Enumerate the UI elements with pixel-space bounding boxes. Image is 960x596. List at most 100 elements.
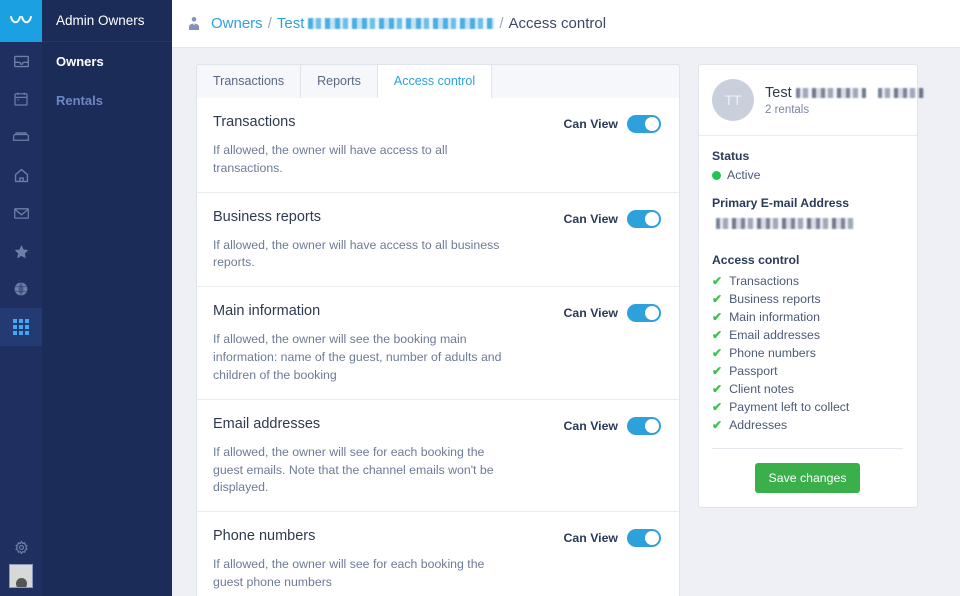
permission-control: Can View xyxy=(564,209,661,228)
owner-name-prefix: Test xyxy=(765,85,792,101)
owner-card-body: Status Active Primary E-mail Address Acc… xyxy=(699,136,917,507)
permission-title: Phone numbers xyxy=(213,528,315,544)
permission-control: Can View xyxy=(564,114,661,133)
status-value: Active xyxy=(727,168,761,182)
owner-summary-column: TT Test 2 rentals Status xyxy=(698,64,918,596)
permissions-panel: Transactions Can View If allowed, the ow… xyxy=(196,98,680,596)
permission-control-label: Can View xyxy=(564,117,618,131)
app-root: Admin Owners Owners Rentals Owners / Tes… xyxy=(0,0,960,596)
access-control-list: ✔Transactions ✔Business reports ✔Main in… xyxy=(712,272,903,434)
breadcrumb-owner-link[interactable]: Test xyxy=(277,15,305,32)
list-item-label: Payment left to collect xyxy=(729,400,849,414)
status-label: Status xyxy=(712,149,903,163)
breadcrumb-owners-link[interactable]: Owners xyxy=(211,15,263,32)
nav-item-owners[interactable]: Owners xyxy=(42,42,172,81)
permission-toggle[interactable] xyxy=(627,529,661,547)
permission-description: If allowed, the owner will see the booki… xyxy=(213,331,513,384)
icon-rail xyxy=(0,0,42,596)
status-dot-icon xyxy=(712,171,721,180)
email-label: Primary E-mail Address xyxy=(712,196,903,210)
nav-item-rentals[interactable]: Rentals xyxy=(42,81,172,120)
divider xyxy=(712,448,903,449)
list-item: ✔Passport xyxy=(712,362,903,380)
permission-row-email-addresses: Email addresses Can View If allowed, the… xyxy=(197,400,679,512)
spacer xyxy=(712,182,903,196)
check-icon: ✔ xyxy=(712,311,722,323)
access-control-label: Access control xyxy=(712,253,903,267)
list-item: ✔ Email addresses xyxy=(712,326,903,344)
check-icon: ✔ xyxy=(712,329,722,341)
permission-description: If allowed, the owner will have access t… xyxy=(213,237,513,273)
avatar-initials: TT xyxy=(724,92,741,108)
globe-icon[interactable] xyxy=(0,270,42,308)
tab-label: Reports xyxy=(317,74,361,88)
permission-row-business-reports: Business reports Can View If allowed, th… xyxy=(197,193,679,288)
nav-title: Admin Owners xyxy=(42,0,172,42)
spacer xyxy=(712,233,903,253)
permission-toggle[interactable] xyxy=(627,115,661,133)
user-avatar-icon[interactable] xyxy=(9,564,33,588)
permission-description: If allowed, the owner will see for each … xyxy=(213,556,513,592)
tab-access-control[interactable]: Access control xyxy=(378,65,492,98)
tab-filler xyxy=(492,65,679,98)
save-changes-button[interactable]: Save changes xyxy=(755,463,861,493)
tab-bar: Transactions Reports Access control xyxy=(196,64,680,98)
list-item-label: Passport xyxy=(729,364,778,378)
email-value xyxy=(712,215,903,233)
redacted-email xyxy=(716,218,854,229)
list-item: ✔ Addresses xyxy=(712,416,903,434)
permission-toggle[interactable] xyxy=(627,417,661,435)
permission-title: Main information xyxy=(213,303,320,319)
list-item: ✔Payment left to collect xyxy=(712,398,903,416)
owner-name: Test xyxy=(765,85,924,101)
permission-title: Transactions xyxy=(213,114,295,130)
owner-rentals-count: 2 rentals xyxy=(765,104,924,116)
tab-label: Transactions xyxy=(213,74,284,88)
tab-label: Access control xyxy=(394,74,475,88)
list-item-label: Addresses xyxy=(729,418,787,432)
primary-nav: Admin Owners Owners Rentals xyxy=(42,0,172,596)
redacted-owner-name xyxy=(308,18,494,29)
bed-icon[interactable] xyxy=(0,118,42,156)
avatar: TT xyxy=(712,79,754,121)
breadcrumb-current: Access control xyxy=(509,15,607,32)
breadcrumb-separator: / xyxy=(268,15,272,32)
permission-control-label: Can View xyxy=(564,419,618,433)
smiley-logo-icon[interactable] xyxy=(0,0,42,42)
permission-control-label: Can View xyxy=(564,531,618,545)
owner-card-header: TT Test 2 rentals xyxy=(699,65,917,136)
list-item: ✔ Main information xyxy=(712,308,903,326)
list-item-label: Main information xyxy=(729,310,820,324)
star-icon[interactable] xyxy=(0,232,42,270)
grid-apps-icon[interactable] xyxy=(0,308,42,346)
calendar-icon[interactable] xyxy=(0,80,42,118)
permission-title: Email addresses xyxy=(213,416,320,432)
permission-control-label: Can View xyxy=(564,306,618,320)
breadcrumb-separator: / xyxy=(499,15,503,32)
gear-icon[interactable] xyxy=(0,530,42,564)
inbox-icon[interactable] xyxy=(0,42,42,80)
home-icon[interactable] xyxy=(0,156,42,194)
permission-description: If allowed, the owner will see for each … xyxy=(213,444,513,497)
nav-item-label: Owners xyxy=(56,54,104,69)
tab-transactions[interactable]: Transactions xyxy=(197,65,301,98)
owner-person-icon xyxy=(186,16,202,32)
permission-title: Business reports xyxy=(213,209,321,225)
tab-reports[interactable]: Reports xyxy=(301,65,378,98)
redacted-owner-name-b xyxy=(878,88,924,98)
nav-item-label: Rentals xyxy=(56,93,103,108)
permission-toggle[interactable] xyxy=(627,304,661,322)
list-item: ✔Client notes xyxy=(712,380,903,398)
permission-row-main-information: Main information Can View If allowed, th… xyxy=(197,287,679,399)
topbar: Owners / Test / Access control xyxy=(172,0,960,48)
list-item-label: Business reports xyxy=(729,292,821,306)
list-item-label: Email addresses xyxy=(729,328,820,342)
check-icon: ✔ xyxy=(712,275,722,287)
list-item-label: Phone numbers xyxy=(729,346,816,360)
permission-toggle[interactable] xyxy=(627,210,661,228)
check-icon: ✔ xyxy=(712,419,722,431)
check-icon: ✔ xyxy=(712,293,722,305)
permission-description: If allowed, the owner will have access t… xyxy=(213,142,513,178)
owner-card: TT Test 2 rentals Status xyxy=(698,64,918,508)
envelope-icon[interactable] xyxy=(0,194,42,232)
